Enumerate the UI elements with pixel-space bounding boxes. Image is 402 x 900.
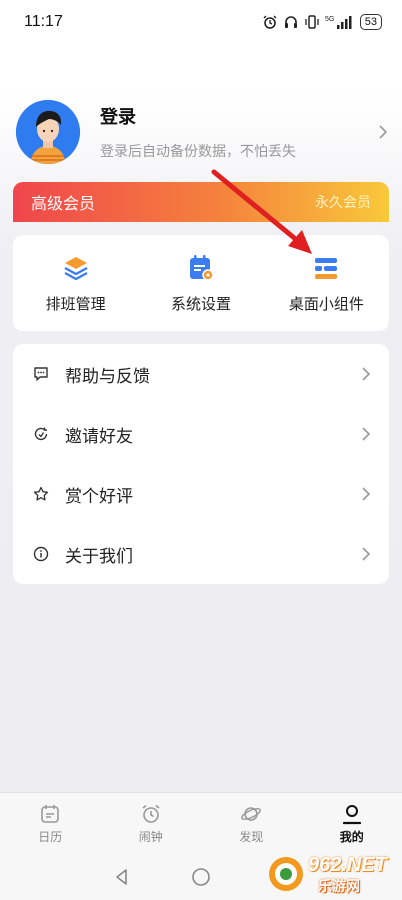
menu-item-label: 帮助与反馈 — [65, 366, 150, 387]
quick-action-shift-management[interactable]: 排班管理 — [13, 235, 138, 331]
chevron-right-icon — [362, 367, 371, 381]
layers-icon — [64, 256, 88, 280]
annotation-arrow — [211, 169, 312, 254]
menu-card: 帮助与反馈 邀请好友 赏个好评 关于我们 — [13, 344, 389, 584]
invite-icon — [34, 427, 48, 441]
avatar[interactable] — [16, 100, 80, 164]
alarm-status-icon — [263, 15, 277, 29]
tab-label: 闹钟 — [138, 829, 163, 844]
star-icon — [33, 486, 49, 501]
profile-header[interactable]: 登录 登录后自动备份数据，不怕丢失 — [16, 92, 388, 172]
info-icon — [33, 546, 49, 562]
feedback-icon — [34, 367, 48, 381]
quick-action-label: 系统设置 — [170, 294, 231, 313]
tab-label: 日历 — [38, 829, 63, 844]
battery-indicator: 53 — [359, 14, 382, 30]
tab-label: 我的 — [339, 829, 364, 844]
tab-calendar[interactable]: 日历 — [0, 793, 101, 854]
quick-action-label: 桌面小组件 — [288, 294, 364, 313]
status-bar: 11:17 5G 53 — [0, 0, 402, 44]
menu-item-help-feedback[interactable]: 帮助与反馈 — [13, 344, 389, 404]
alarm-icon — [142, 804, 160, 823]
chevron-right-icon — [362, 487, 371, 501]
watermark-logo: 962.NET 乐游网 — [266, 852, 398, 896]
tab-alarm[interactable]: 闹钟 — [101, 793, 202, 854]
calendar-icon — [41, 804, 60, 823]
user-icon — [342, 804, 361, 824]
chevron-right-icon — [362, 547, 371, 561]
chevron-right-icon — [362, 427, 371, 441]
menu-item-label: 关于我们 — [65, 546, 133, 567]
chevron-right-icon — [379, 125, 388, 139]
menu-item-label: 邀请好友 — [65, 426, 133, 447]
planet-icon — [241, 806, 262, 821]
status-icons: 5G 53 — [262, 14, 382, 30]
quick-action-label: 排班管理 — [45, 294, 106, 313]
vip-banner[interactable]: 高级会员 永久会员 — [13, 182, 389, 222]
login-subtitle: 登录后自动备份数据，不怕丢失 — [100, 144, 296, 160]
tab-discover[interactable]: 发现 — [201, 793, 302, 854]
vip-title: 高级会员 — [31, 194, 96, 213]
headphones-icon — [284, 16, 297, 28]
menu-item-rate-us[interactable]: 赏个好评 — [13, 464, 389, 524]
status-time: 11:17 — [24, 13, 63, 30]
menu-item-about-us[interactable]: 关于我们 — [13, 524, 389, 584]
tab-mine[interactable]: 我的 — [302, 793, 402, 854]
tab-label: 发现 — [239, 829, 264, 844]
quick-actions-card: 排班管理 系统设置 桌面小组件 — [13, 235, 389, 331]
watermark-sub: 乐游网 — [318, 879, 360, 895]
login-title[interactable]: 登录 — [100, 103, 378, 129]
vibrate-icon — [305, 15, 319, 29]
svg-text:5G: 5G — [325, 16, 334, 23]
menu-item-label: 赏个好评 — [65, 486, 133, 507]
bottom-tab-bar: 日历 闹钟 发现 我的 — [0, 792, 402, 854]
menu-item-invite-friends[interactable]: 邀请好友 — [13, 404, 389, 464]
signal-icon: 5G — [325, 16, 352, 29]
home-icon[interactable] — [191, 867, 211, 887]
back-icon[interactable] — [113, 868, 131, 886]
watermark-brand: 962.NET — [308, 854, 387, 876]
